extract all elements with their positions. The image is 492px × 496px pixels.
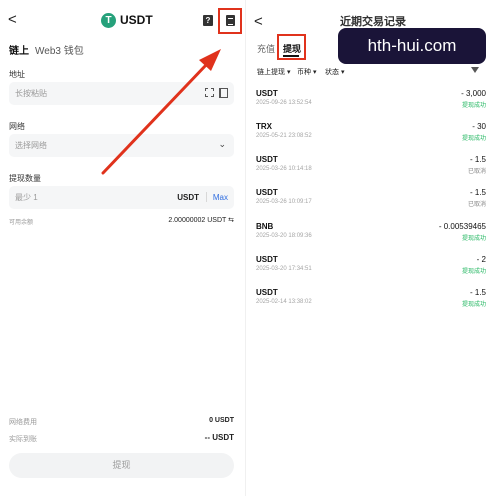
filter-status[interactable]: 状态 ▾ bbox=[325, 67, 344, 77]
transaction-row[interactable]: USDT 2025-03-20 17:34:51 - 2 提现成功 bbox=[246, 255, 492, 288]
back-icon[interactable]: < bbox=[8, 10, 17, 30]
available-balance-label: 可用余额 bbox=[9, 220, 34, 226]
transaction-amount: - 1.5 bbox=[469, 288, 486, 297]
transaction-coin: USDT bbox=[256, 188, 278, 197]
transaction-coin: USDT bbox=[256, 288, 278, 297]
address-field[interactable]: 长按粘贴 bbox=[9, 82, 234, 105]
transaction-time: 2025-02-14 13:38:02 bbox=[256, 299, 312, 305]
transaction-time: 2025-03-20 17:34:51 bbox=[256, 266, 312, 272]
transaction-amount: - 2 bbox=[476, 255, 486, 264]
withdraw-tab-highlight bbox=[277, 34, 306, 60]
receive-amount-value: -- USDT bbox=[204, 433, 234, 442]
chevron-down-icon: ⌄ bbox=[218, 139, 226, 149]
help-icon[interactable]: ? bbox=[203, 15, 213, 26]
filter-icon[interactable] bbox=[471, 67, 479, 73]
transaction-row[interactable]: USDT 2025-03-26 10:09:17 - 1.5 已取消 bbox=[246, 188, 492, 221]
watermark-banner: hth-hui.com bbox=[338, 28, 486, 64]
network-select[interactable]: 选择网络 ⌄ bbox=[9, 134, 234, 157]
transaction-row[interactable]: USDT 2025-02-14 13:38:02 - 1.5 提现成功 bbox=[246, 288, 492, 321]
address-label: 地址 bbox=[9, 70, 25, 79]
records-screen: < 近期交易记录 充值 提现 链上提现 ▾ 币种 ▾ 状态 ▾ USDT 202… bbox=[246, 0, 492, 496]
records-icon-highlight bbox=[218, 8, 242, 34]
transaction-row[interactable]: USDT 2025-03-26 10:14:18 - 1.5 已取消 bbox=[246, 155, 492, 188]
transaction-status: 提现成功 bbox=[461, 103, 486, 109]
network-fee-value: 0 USDT bbox=[209, 417, 234, 424]
withdraw-screen: < T USDT ? 链上 Web3 钱包 地址 长按粘贴 网络 选择网络 ⌄ … bbox=[0, 0, 246, 496]
filter-coin[interactable]: 币种 ▾ bbox=[297, 67, 316, 77]
network-placeholder: 选择网络 bbox=[15, 141, 47, 150]
tether-logo-icon: T bbox=[101, 13, 116, 28]
transaction-status: 已取消 bbox=[467, 169, 486, 175]
tab-deposit[interactable]: 充值 bbox=[257, 42, 275, 55]
receive-amount-label: 实际到账 bbox=[9, 436, 37, 443]
withdraw-submit-button[interactable]: 提现 bbox=[9, 453, 234, 478]
transaction-amount: - 1.5 bbox=[469, 188, 486, 197]
transaction-coin: USDT bbox=[256, 89, 278, 98]
records-title: 近期交易记录 bbox=[340, 16, 406, 28]
transaction-row[interactable]: TRX 2025-05-21 23:08:52 - 30 提现成功 bbox=[246, 122, 492, 155]
transaction-status: 提现成功 bbox=[461, 236, 486, 242]
page-title: USDT bbox=[120, 13, 153, 27]
amount-unit: USDT bbox=[177, 193, 199, 202]
transaction-row[interactable]: BNB 2025-03-20 18:09:36 - 0.00539465 提现成… bbox=[246, 222, 492, 255]
transaction-coin: USDT bbox=[256, 155, 278, 164]
network-label: 网络 bbox=[9, 122, 25, 131]
transaction-coin: USDT bbox=[256, 255, 278, 264]
amount-label: 提现数量 bbox=[9, 174, 41, 183]
transaction-row[interactable]: USDT 2025-09-26 13:52:54 - 3,000 提现成功 bbox=[246, 89, 492, 122]
transaction-coin: TRX bbox=[256, 122, 272, 131]
transaction-time: 2025-03-26 10:09:17 bbox=[256, 199, 312, 205]
filter-type[interactable]: 链上提现 ▾ bbox=[257, 67, 290, 77]
transaction-amount: - 30 bbox=[472, 122, 486, 131]
network-fee-label: 网络费用 bbox=[9, 419, 37, 426]
max-button[interactable]: Max bbox=[213, 193, 228, 202]
transaction-status: 提现成功 bbox=[461, 136, 486, 142]
records-back-icon[interactable]: < bbox=[254, 12, 263, 32]
scan-icon[interactable] bbox=[205, 88, 214, 97]
withdraw-header: < T USDT ? bbox=[0, 10, 246, 34]
transaction-status: 提现成功 bbox=[461, 269, 486, 275]
transaction-coin: BNB bbox=[256, 222, 274, 231]
available-balance-value[interactable]: 2.00000002 USDT ⇆ bbox=[168, 216, 234, 224]
transaction-amount: - 0.00539465 bbox=[438, 222, 486, 231]
transaction-status: 已取消 bbox=[467, 202, 486, 208]
transaction-time: 2025-03-26 10:14:18 bbox=[256, 166, 312, 172]
tab-web3-wallet[interactable]: Web3 钱包 bbox=[35, 42, 84, 57]
transaction-status: 提现成功 bbox=[461, 302, 486, 308]
transaction-amount: - 1.5 bbox=[469, 155, 486, 164]
tab-onchain[interactable]: 链上 bbox=[9, 42, 29, 57]
amount-field[interactable]: 最少 1 USDT Max bbox=[9, 186, 234, 209]
amount-placeholder: 最少 1 bbox=[15, 193, 38, 202]
transaction-time: 2025-03-20 18:09:36 bbox=[256, 233, 312, 239]
transaction-amount: - 3,000 bbox=[461, 89, 486, 98]
transaction-time: 2025-09-26 13:52:54 bbox=[256, 100, 312, 106]
transaction-time: 2025-05-21 23:08:52 bbox=[256, 133, 312, 139]
address-placeholder: 长按粘贴 bbox=[15, 89, 47, 98]
address-book-icon[interactable] bbox=[219, 88, 228, 98]
field-divider bbox=[206, 192, 207, 202]
